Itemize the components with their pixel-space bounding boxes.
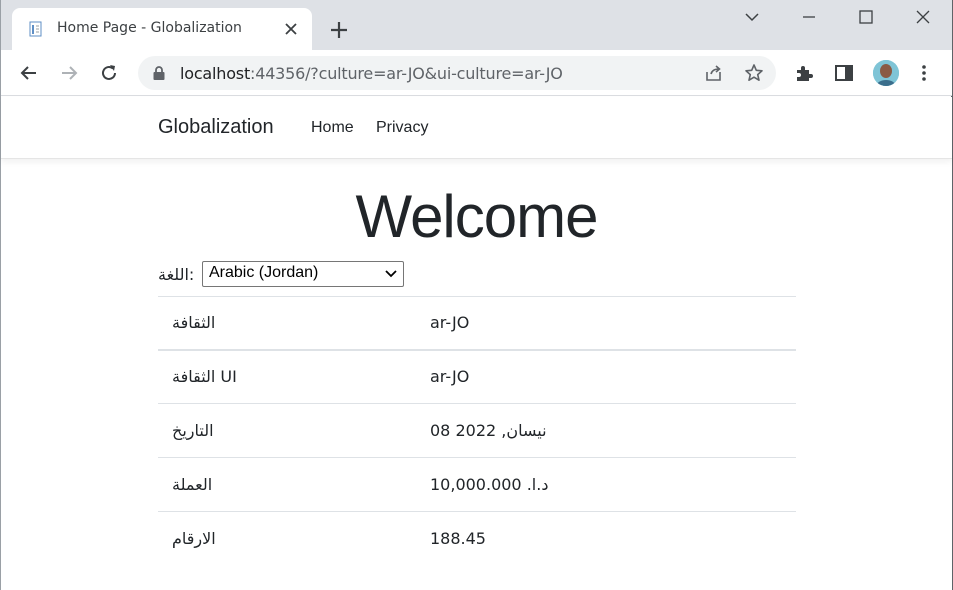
minimize-icon[interactable] [797,6,821,28]
lock-icon[interactable] [152,65,166,81]
star-icon[interactable] [744,63,764,83]
side-panel-icon[interactable] [833,62,855,84]
row-label: التاريخ [158,403,416,458]
web-page: Globalization Home Privacy Welcome اللغة… [1,97,952,590]
address-bar[interactable]: localhost:44356/?culture=ar-JO&ui-cultur… [138,56,776,90]
url-text[interactable]: localhost:44356/?culture=ar-JO&ui-cultur… [180,64,563,83]
page-heading: Welcome [355,183,599,250]
row-value: ar-JO [416,349,796,404]
page-favicon-icon [29,21,42,37]
table-row: التاريخ 08 نيسان, 2022 [158,403,796,458]
table-row: الثقافة ar-JO [158,296,796,351]
kebab-menu-icon[interactable] [913,62,935,84]
forward-arrow-icon[interactable] [58,62,80,84]
language-label: اللغة: [158,265,195,284]
row-value: 188.45 [416,511,796,566]
table-row: الارقام 188.45 [158,511,796,566]
row-label: الثقافة UI [158,349,416,404]
table-row: العملة د.ا. 10,000.000 [158,457,796,512]
row-value: ar-JO [416,296,796,351]
share-icon[interactable] [704,63,724,83]
row-value: 08 نيسان, 2022 [416,403,796,458]
chevron-down-icon[interactable] [740,6,764,28]
site-navbar: Globalization Home Privacy [1,97,952,159]
table-row: الثقافة UI ar-JO [158,349,796,404]
nav-link-privacy[interactable]: Privacy [376,119,428,137]
nav-link-home[interactable]: Home [311,119,354,137]
row-value: د.ا. 10,000.000 [416,457,796,512]
browser-toolbar: localhost:44356/?culture=ar-JO&ui-cultur… [1,50,952,96]
close-icon[interactable] [282,20,300,38]
tab-title: Home Page - Globalization [57,20,242,36]
close-window-icon[interactable] [911,6,935,28]
culture-info-table: الثقافة ar-JO الثقافة UI ar-JO التاريخ 0… [158,296,796,566]
language-select[interactable]: Arabic (Jordan) [202,261,404,287]
plus-icon[interactable] [327,18,351,42]
tab-home-page[interactable]: Home Page - Globalization [12,8,312,50]
reload-icon[interactable] [98,62,120,84]
puzzle-icon[interactable] [793,62,815,84]
row-label: العملة [158,457,416,512]
language-selected-value: Arabic (Jordan) [209,264,319,281]
chevron-down-icon [385,270,397,278]
browser-window: Home Page - Globalization localhost:4435… [0,0,953,590]
row-label: الارقام [158,511,416,566]
avatar[interactable] [873,60,899,86]
row-label: الثقافة [158,296,416,351]
tab-strip: Home Page - Globalization [1,0,952,50]
site-brand-link[interactable]: Globalization [158,116,274,139]
maximize-icon[interactable] [854,6,878,28]
back-arrow-icon[interactable] [18,62,40,84]
